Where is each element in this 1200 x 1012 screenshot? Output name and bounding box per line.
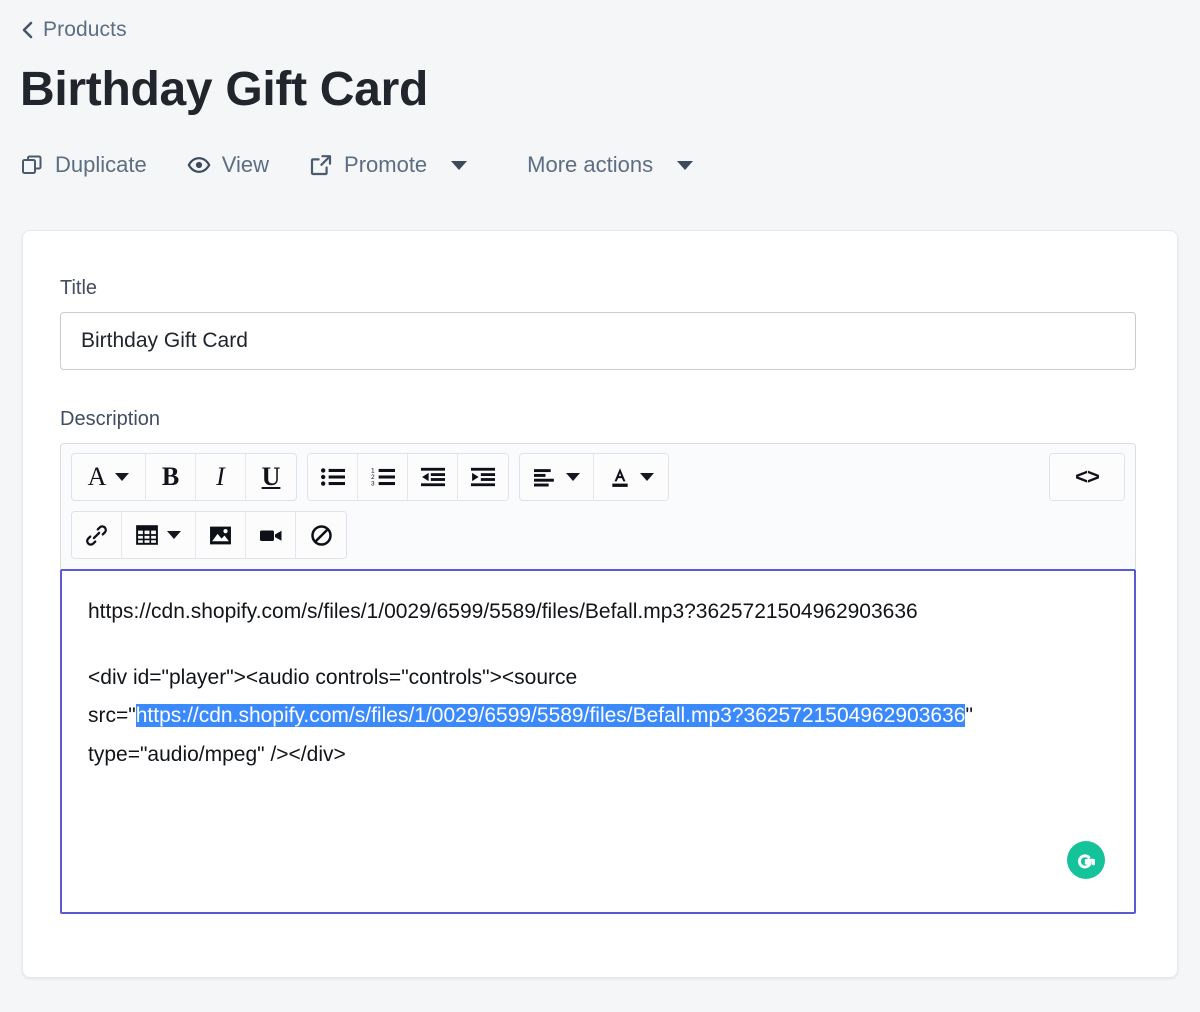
outdent-button[interactable]	[408, 454, 458, 500]
underline-icon: U	[261, 462, 281, 491]
chevron-down-icon	[167, 531, 181, 539]
editor-toolbar-row-2	[71, 511, 1125, 559]
align-left-icon	[533, 468, 557, 487]
view-label: View	[221, 152, 270, 177]
outdent-icon	[420, 467, 445, 487]
editor-line-1: https://cdn.shopify.com/s/files/1/0029/6…	[88, 600, 918, 623]
clear-formatting-button[interactable]	[296, 512, 346, 558]
indent-icon	[471, 467, 495, 487]
title-input[interactable]	[60, 312, 1136, 370]
duplicate-button[interactable]: Duplicate	[20, 150, 147, 180]
text-color-button[interactable]	[594, 454, 668, 500]
editor-toolbar-row-1: A B I U 1 2 3 <>	[71, 453, 1125, 501]
italic-button[interactable]: I	[196, 454, 246, 500]
bulleted-list-icon	[320, 467, 345, 487]
html-view-group: <>	[1049, 453, 1125, 501]
breadcrumb-label: Products	[43, 18, 127, 41]
chevron-down-icon	[451, 160, 468, 170]
insert-image-button[interactable]	[196, 512, 246, 558]
breadcrumb-products-link[interactable]: Products	[20, 18, 127, 42]
view-button[interactable]: View	[187, 150, 269, 180]
insert-video-button[interactable]	[246, 512, 296, 558]
description-textarea[interactable]: https://cdn.shopify.com/s/files/1/0029/6…	[60, 569, 1136, 914]
external-link-icon	[309, 153, 333, 177]
numbered-list-icon: 1 2 3	[371, 467, 395, 487]
editor-blank-line	[88, 631, 1108, 659]
bold-icon: B	[161, 462, 180, 491]
duplicate-icon	[20, 153, 44, 177]
page-title: Birthday Gift Card	[20, 63, 428, 116]
chevron-down-icon	[639, 473, 654, 481]
promote-label: Promote	[344, 152, 428, 177]
video-camera-icon	[259, 527, 283, 544]
editor-line-2: <div id="player"><audio controls="contro…	[88, 659, 1108, 774]
numbered-list-button[interactable]: 1 2 3	[358, 454, 408, 500]
product-edit-page: Products Birthday Gift Card Duplicate Vi…	[0, 0, 1200, 1012]
italic-icon: I	[216, 462, 225, 491]
text-style-group: A B I U	[71, 453, 297, 501]
align-color-group	[519, 453, 669, 501]
chevron-down-icon	[677, 160, 694, 170]
bold-button[interactable]: B	[146, 454, 196, 500]
grammarly-logo-icon[interactable]	[1066, 840, 1106, 880]
align-button[interactable]	[520, 454, 594, 500]
indent-button[interactable]	[458, 454, 508, 500]
show-html-button[interactable]: <>	[1050, 454, 1124, 500]
font-family-button[interactable]: A	[72, 454, 146, 500]
text-color-icon	[609, 466, 631, 488]
list-indent-group: 1 2 3	[307, 453, 509, 501]
product-details-card: Title Description A B	[22, 230, 1178, 978]
underline-button[interactable]: U	[246, 454, 296, 500]
title-field-label: Title	[60, 277, 98, 299]
link-icon	[85, 524, 108, 547]
insert-table-button[interactable]	[122, 512, 196, 558]
insert-link-button[interactable]	[72, 512, 122, 558]
page-action-bar: Duplicate View Promote More actions	[20, 150, 694, 180]
promote-button[interactable]: Promote	[309, 150, 468, 180]
editor-toolbar: A B I U 1 2 3 <>	[60, 443, 1136, 569]
svg-text:3: 3	[371, 481, 375, 487]
chevron-down-icon	[565, 473, 580, 481]
chevron-down-icon	[115, 473, 130, 481]
chevron-left-icon	[20, 20, 34, 40]
no-entry-icon	[310, 524, 333, 547]
insert-group	[71, 511, 347, 559]
more-actions-button[interactable]: More actions	[527, 150, 694, 180]
table-icon	[136, 524, 158, 546]
more-actions-label: More actions	[527, 152, 654, 177]
code-brackets-icon: <>	[1075, 464, 1100, 489]
duplicate-label: Duplicate	[55, 152, 147, 177]
bulleted-list-button[interactable]	[308, 454, 358, 500]
field-spacer	[60, 370, 1140, 408]
editor-selected-text: https://cdn.shopify.com/s/files/1/0029/6…	[135, 704, 966, 728]
font-letter-A-icon: A	[87, 462, 107, 491]
image-icon	[209, 525, 232, 546]
description-field-label: Description	[60, 408, 161, 430]
description-editor: A B I U 1 2 3 <> https://cdn.shopify.com…	[60, 443, 1136, 914]
eye-icon	[187, 153, 211, 177]
